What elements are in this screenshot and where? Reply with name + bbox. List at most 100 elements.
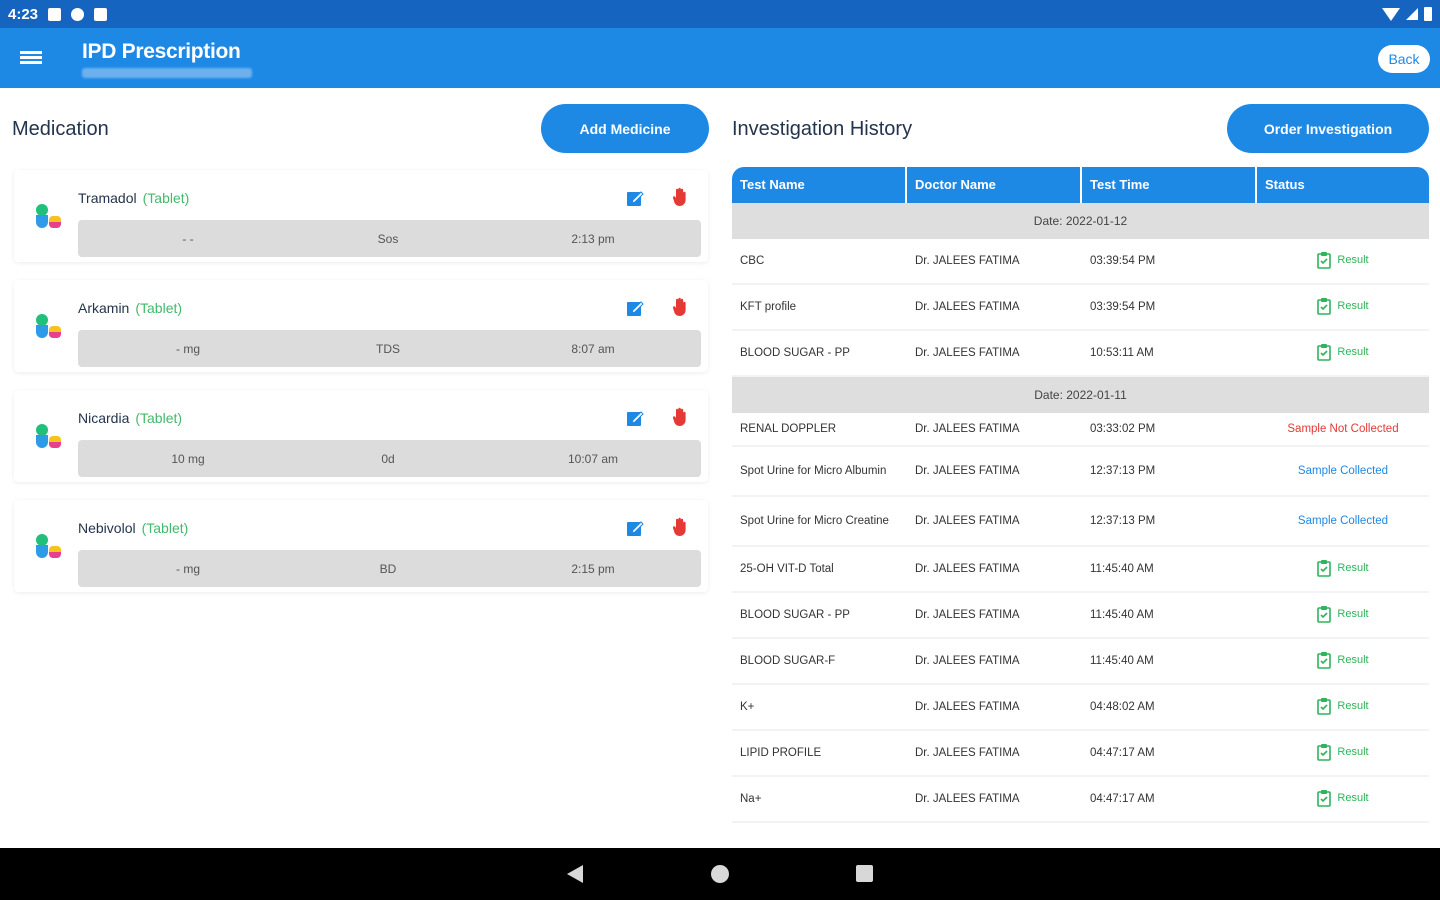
clipboard-icon [1317, 789, 1332, 807]
medicine-card: Arkamin (Tablet) - mg TDS 8:07 am [14, 280, 708, 372]
status-not-collected: Sample Not Collected [1287, 423, 1399, 435]
header-test-name: Test Name [732, 167, 907, 203]
result-link[interactable]: Result [1317, 343, 1369, 361]
test-name-cell: BLOOD SUGAR-F [740, 654, 836, 667]
table-row[interactable]: BLOOD SUGAR - PP Dr. JALEES FATIMA 11:45… [732, 593, 1429, 639]
back-button[interactable]: Back [1378, 45, 1430, 73]
medicine-type: (Tablet) [135, 410, 183, 426]
medicine-card: Nicardia (Tablet) 10 mg 0d 10:07 am [14, 390, 708, 482]
test-name-cell: Na+ [740, 792, 762, 805]
medicine-frequency: Sos [377, 232, 399, 246]
test-time-cell: 12:37:13 PM [1090, 465, 1156, 477]
clipboard-icon [1317, 743, 1332, 761]
result-label: Result [1337, 561, 1369, 574]
sd-card-icon [94, 7, 108, 21]
table-row[interactable]: Na+ Dr. JALEES FATIMA 04:47:17 AM Result [732, 777, 1429, 823]
app-bar: IPD Prescription Back [0, 28, 1440, 88]
test-name-cell: K+ [740, 700, 755, 713]
table-row[interactable]: K+ Dr. JALEES FATIMA 04:48:02 AM Result [732, 685, 1429, 731]
test-name-cell: Spot Urine for Micro Creatine [740, 514, 889, 527]
medicine-time: 10:07 am [567, 452, 619, 466]
test-name-cell: BLOOD SUGAR - PP [740, 608, 850, 621]
add-medicine-button[interactable]: Add Medicine [541, 104, 709, 153]
nav-recents-icon[interactable] [856, 865, 873, 882]
delete-hand-icon[interactable] [672, 297, 688, 317]
medicine-name: Nebivolol (Tablet) [78, 520, 188, 536]
medicine-time: 2:13 pm [571, 232, 615, 246]
investigation-table: Test Name Doctor Name Test Time Status D… [732, 167, 1429, 823]
table-row[interactable]: 25-OH VIT-D Total Dr. JALEES FATIMA 11:4… [732, 547, 1429, 593]
result-link[interactable]: Result [1317, 559, 1369, 577]
medicine-pill-icon [36, 204, 62, 230]
test-name-cell: RENAL DOPPLER [740, 422, 837, 435]
result-link[interactable]: Result [1317, 697, 1369, 715]
doctor-name-cell: Dr. JALEES FATIMA [915, 255, 1020, 267]
result-link[interactable]: Result [1317, 743, 1369, 761]
result-label: Result [1337, 745, 1369, 758]
result-link[interactable]: Result [1317, 789, 1369, 807]
delete-hand-icon[interactable] [672, 517, 688, 537]
table-row[interactable]: CBC Dr. JALEES FATIMA 03:39:54 PM Result [732, 239, 1429, 285]
header-test-time: Test Time [1082, 167, 1257, 203]
medicine-dose: 10 mg [171, 452, 205, 466]
doctor-name-cell: Dr. JALEES FATIMA [915, 747, 1020, 759]
medicine-pill-icon [36, 534, 62, 560]
status-time: 4:23 [8, 5, 39, 23]
medicine-dose: - - [182, 232, 194, 246]
edit-icon[interactable] [626, 519, 644, 537]
test-name-cell: Spot Urine for Micro Albumin [740, 464, 887, 477]
result-link[interactable]: Result [1317, 605, 1369, 623]
page-title: IPD Prescription [82, 40, 241, 63]
clipboard-icon [1317, 697, 1332, 715]
menu-icon[interactable] [20, 51, 42, 65]
doctor-name-cell: Dr. JALEES FATIMA [915, 793, 1020, 805]
result-link[interactable]: Result [1317, 651, 1369, 669]
test-name-cell: CBC [740, 254, 765, 267]
order-investigation-button[interactable]: Order Investigation [1227, 104, 1429, 153]
nav-back-icon[interactable] [567, 865, 583, 883]
result-link[interactable]: Result [1317, 297, 1369, 315]
edit-icon[interactable] [626, 409, 644, 427]
notification-icon [48, 7, 62, 21]
doctor-name-cell: Dr. JALEES FATIMA [915, 655, 1020, 667]
medication-panel: Medication Add Medicine Tramadol (Tablet)… [0, 88, 722, 848]
status-bar: 4:23 [0, 0, 1440, 28]
medicine-type: (Tablet) [141, 520, 189, 536]
medicine-frequency: BD [379, 562, 397, 576]
app-notification-icon [71, 7, 85, 21]
table-row[interactable]: Spot Urine for Micro Albumin Dr. JALEES … [732, 447, 1429, 497]
clipboard-icon [1317, 559, 1332, 577]
medicine-details-row: - mg BD 2:15 pm [78, 550, 701, 587]
result-label: Result [1337, 607, 1369, 620]
header-doctor-name: Doctor Name [907, 167, 1082, 203]
medicine-dose: - mg [176, 562, 200, 576]
nav-home-icon[interactable] [711, 865, 729, 883]
result-label: Result [1337, 653, 1369, 666]
medicine-type: (Tablet) [142, 190, 190, 206]
test-time-cell: 11:45:40 AM [1090, 609, 1154, 621]
investigation-title: Investigation History [732, 118, 913, 140]
table-row[interactable]: KFT profile Dr. JALEES FATIMA 03:39:54 P… [732, 285, 1429, 331]
edit-icon[interactable] [626, 189, 644, 207]
status-cell: Result [1257, 789, 1429, 810]
medicine-name-text: Tramadol [78, 190, 137, 206]
date-group-header: Date: 2022-01-11 [732, 377, 1429, 413]
table-row[interactable]: LIPID PROFILE Dr. JALEES FATIMA 04:47:17… [732, 731, 1429, 777]
test-name-cell: 25-OH VIT-D Total [740, 562, 834, 575]
battery-icon [1424, 7, 1432, 21]
delete-hand-icon[interactable] [672, 407, 688, 427]
edit-icon[interactable] [626, 299, 644, 317]
status-sample-collected: Sample Collected [1297, 465, 1389, 477]
table-row[interactable]: BLOOD SUGAR - PP Dr. JALEES FATIMA 10:53… [732, 331, 1429, 377]
table-header: Test Name Doctor Name Test Time Status [732, 167, 1429, 203]
navigation-bar [0, 848, 1440, 900]
table-row[interactable]: RENAL DOPPLER Dr. JALEES FATIMA 03:33:02… [732, 413, 1429, 447]
result-link[interactable]: Result [1317, 251, 1369, 269]
table-row[interactable]: BLOOD SUGAR-F Dr. JALEES FATIMA 11:45:40… [732, 639, 1429, 685]
delete-hand-icon[interactable] [672, 187, 688, 207]
medicine-frequency: TDS [376, 342, 400, 356]
table-row[interactable]: Spot Urine for Micro Creatine Dr. JALEES… [732, 497, 1429, 547]
result-label: Result [1337, 345, 1369, 358]
medicine-card: Tramadol (Tablet) - - Sos 2:13 pm [14, 170, 708, 262]
test-time-cell: 04:47:17 AM [1090, 747, 1155, 759]
